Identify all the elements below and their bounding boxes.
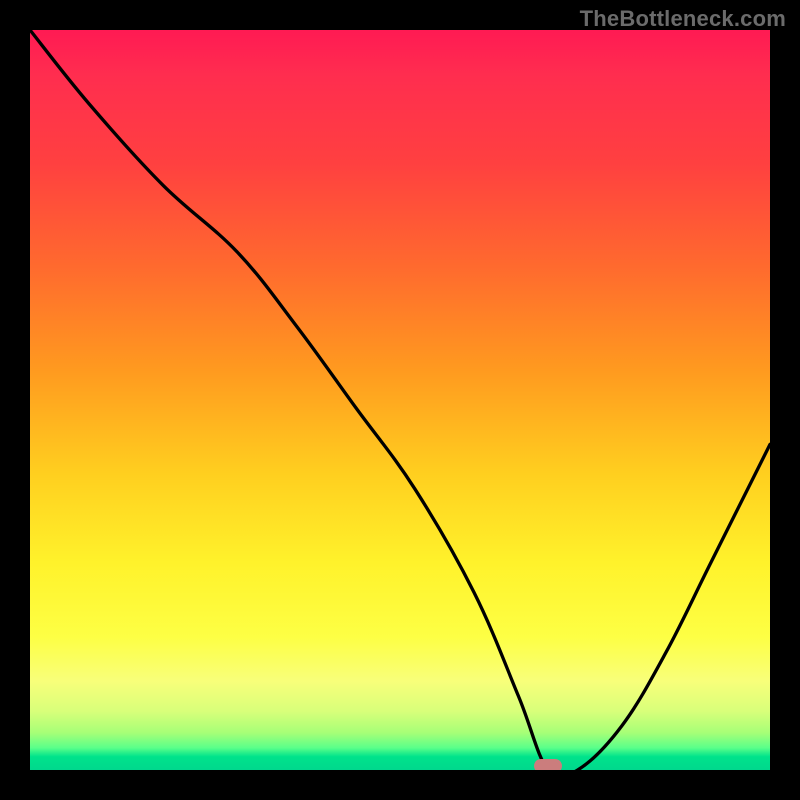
watermark-text: TheBottleneck.com xyxy=(580,6,786,32)
optimal-marker xyxy=(534,759,562,770)
plot-area xyxy=(30,30,770,770)
chart-stage: TheBottleneck.com xyxy=(0,0,800,800)
bottleneck-curve xyxy=(30,30,770,770)
curve-layer xyxy=(30,30,770,770)
